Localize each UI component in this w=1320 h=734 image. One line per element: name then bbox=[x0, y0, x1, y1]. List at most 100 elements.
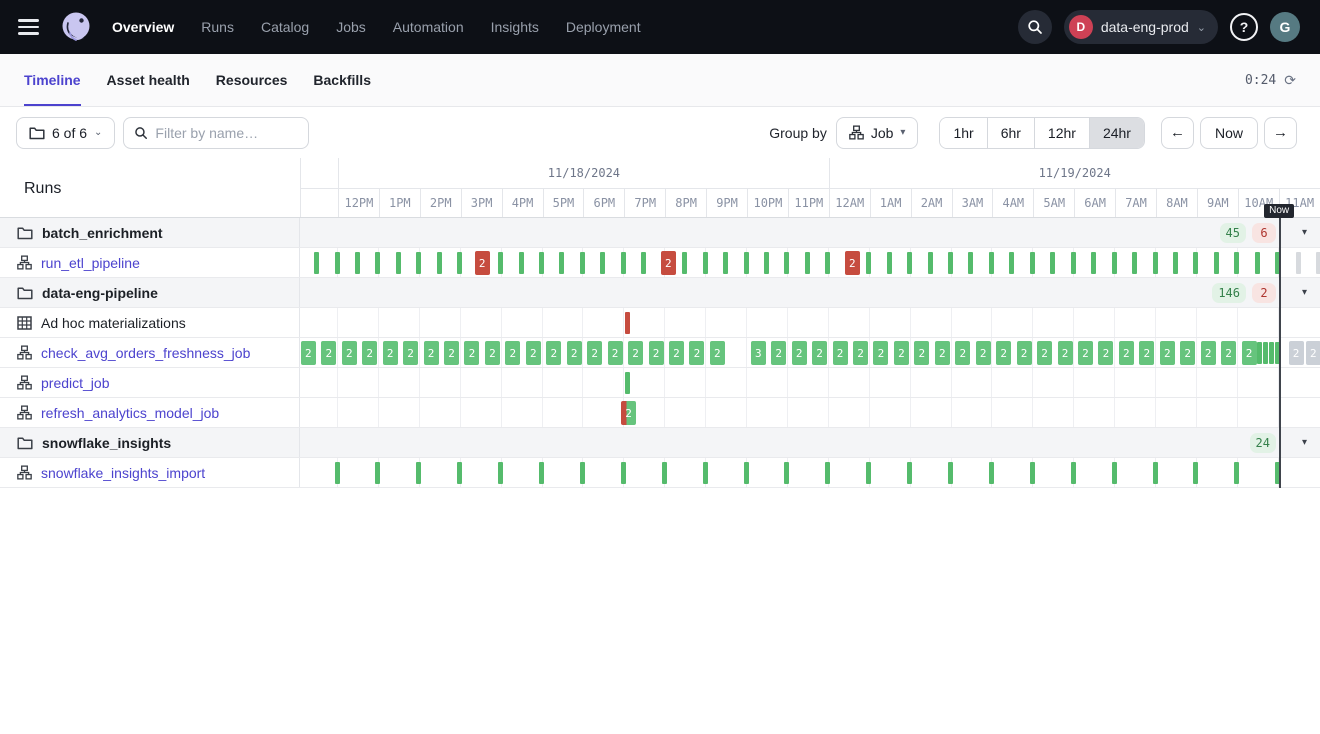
run-box[interactable]: 2 bbox=[403, 341, 418, 365]
run-tick[interactable] bbox=[1132, 252, 1137, 274]
run-box[interactable]: 2 bbox=[505, 341, 520, 365]
run-tick[interactable] bbox=[621, 462, 626, 484]
run-tick[interactable] bbox=[375, 462, 380, 484]
run-box[interactable]: 2 bbox=[1201, 341, 1216, 365]
run-tick[interactable] bbox=[1112, 252, 1117, 274]
run-box[interactable]: 2 bbox=[475, 251, 490, 275]
run-tick[interactable] bbox=[1269, 342, 1274, 364]
run-tick[interactable] bbox=[662, 462, 667, 484]
range-12hr[interactable]: 12hr bbox=[1034, 118, 1089, 148]
range-1hr[interactable]: 1hr bbox=[940, 118, 986, 148]
run-box[interactable]: 2 bbox=[621, 401, 636, 425]
run-box[interactable]: 2 bbox=[608, 341, 623, 365]
run-tick[interactable] bbox=[335, 462, 340, 484]
filter-input[interactable] bbox=[155, 125, 295, 141]
run-box[interactable]: 2 bbox=[1098, 341, 1113, 365]
refresh-icon[interactable]: ⟳ bbox=[1284, 72, 1296, 89]
run-tick[interactable] bbox=[703, 462, 708, 484]
run-box[interactable]: 2 bbox=[1221, 341, 1236, 365]
run-box[interactable]: 2 bbox=[1078, 341, 1093, 365]
run-tick[interactable] bbox=[375, 252, 380, 274]
run-tick[interactable] bbox=[989, 252, 994, 274]
run-tick[interactable] bbox=[1257, 342, 1262, 364]
run-tick[interactable] bbox=[723, 252, 728, 274]
run-tick[interactable] bbox=[1071, 462, 1076, 484]
run-tick[interactable] bbox=[866, 252, 871, 274]
avatar[interactable]: G bbox=[1270, 12, 1300, 42]
collapse-caret-icon[interactable]: ▾ bbox=[1302, 428, 1307, 457]
run-tick[interactable] bbox=[457, 462, 462, 484]
code-location-filter-button[interactable]: 6 of 6 ⌄ bbox=[16, 117, 115, 149]
run-box[interactable]: 2 bbox=[914, 341, 929, 365]
run-tick[interactable] bbox=[519, 252, 524, 274]
run-tick[interactable] bbox=[948, 252, 953, 274]
job-link[interactable]: predict_job bbox=[41, 375, 110, 391]
range-6hr[interactable]: 6hr bbox=[987, 118, 1034, 148]
run-tick[interactable] bbox=[498, 252, 503, 274]
run-tick[interactable] bbox=[457, 252, 462, 274]
run-box[interactable]: 2 bbox=[689, 341, 704, 365]
run-box[interactable]: 2 bbox=[996, 341, 1011, 365]
run-box[interactable]: 2 bbox=[649, 341, 664, 365]
run-tick[interactable] bbox=[1030, 252, 1035, 274]
run-box[interactable]: 2 bbox=[301, 341, 316, 365]
nav-item-deployment[interactable]: Deployment bbox=[566, 19, 641, 35]
run-tick[interactable] bbox=[641, 252, 646, 274]
run-tick[interactable] bbox=[928, 252, 933, 274]
run-tick[interactable] bbox=[1030, 462, 1035, 484]
run-tick[interactable] bbox=[825, 462, 830, 484]
run-tick[interactable] bbox=[1234, 462, 1239, 484]
run-tick[interactable] bbox=[907, 252, 912, 274]
nav-item-insights[interactable]: Insights bbox=[491, 19, 539, 35]
run-tick[interactable] bbox=[1009, 252, 1014, 274]
run-box[interactable]: 2 bbox=[1160, 341, 1175, 365]
run-box[interactable]: 2 bbox=[976, 341, 991, 365]
run-box[interactable]: 2 bbox=[894, 341, 909, 365]
run-box[interactable]: 2 bbox=[771, 341, 786, 365]
run-tick[interactable] bbox=[625, 372, 630, 394]
run-tick[interactable] bbox=[866, 462, 871, 484]
filter-by-name-field[interactable] bbox=[123, 117, 309, 149]
run-tick[interactable] bbox=[437, 252, 442, 274]
run-box[interactable]: 2 bbox=[661, 251, 676, 275]
run-tick[interactable] bbox=[416, 462, 421, 484]
run-tick[interactable] bbox=[1234, 252, 1239, 274]
run-box[interactable]: 2 bbox=[955, 341, 970, 365]
run-box[interactable]: 2 bbox=[526, 341, 541, 365]
run-box[interactable]: 2 bbox=[362, 341, 377, 365]
run-tick[interactable] bbox=[1316, 252, 1320, 274]
tab-timeline[interactable]: Timeline bbox=[24, 54, 81, 106]
run-box[interactable]: 2 bbox=[444, 341, 459, 365]
job-link[interactable]: refresh_analytics_model_job bbox=[41, 405, 219, 421]
run-box[interactable]: 2 bbox=[1017, 341, 1032, 365]
run-box[interactable]: 2 bbox=[812, 341, 827, 365]
run-box[interactable]: 2 bbox=[567, 341, 582, 365]
run-box[interactable]: 2 bbox=[1242, 341, 1257, 365]
run-tick[interactable] bbox=[539, 462, 544, 484]
run-tick[interactable] bbox=[968, 252, 973, 274]
run-tick[interactable] bbox=[825, 252, 830, 274]
run-box[interactable]: 2 bbox=[464, 341, 479, 365]
run-tick[interactable] bbox=[1255, 252, 1260, 274]
tab-backfills[interactable]: Backfills bbox=[313, 54, 371, 106]
run-tick[interactable] bbox=[682, 252, 687, 274]
run-tick[interactable] bbox=[498, 462, 503, 484]
run-tick[interactable] bbox=[1193, 462, 1198, 484]
run-tick[interactable] bbox=[625, 312, 630, 334]
run-tick[interactable] bbox=[1050, 252, 1055, 274]
run-tick[interactable] bbox=[1214, 252, 1219, 274]
nav-item-runs[interactable]: Runs bbox=[201, 19, 234, 35]
run-tick[interactable] bbox=[621, 252, 626, 274]
search-icon[interactable] bbox=[1018, 10, 1052, 44]
run-box[interactable]: 2 bbox=[1180, 341, 1195, 365]
run-box[interactable]: 2 bbox=[873, 341, 888, 365]
run-tick[interactable] bbox=[744, 462, 749, 484]
run-box[interactable]: 2 bbox=[383, 341, 398, 365]
tab-resources[interactable]: Resources bbox=[216, 54, 288, 106]
run-tick[interactable] bbox=[1153, 462, 1158, 484]
run-tick[interactable] bbox=[355, 252, 360, 274]
run-tick[interactable] bbox=[580, 462, 585, 484]
run-box[interactable]: 3 bbox=[751, 341, 766, 365]
run-box[interactable]: 2 bbox=[792, 341, 807, 365]
run-tick[interactable] bbox=[764, 252, 769, 274]
